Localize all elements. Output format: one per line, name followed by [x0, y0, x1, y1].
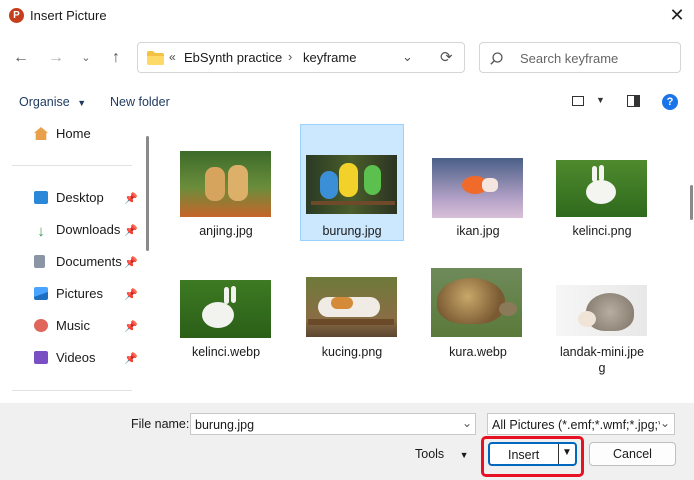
file-name: ikan.jpg [456, 224, 500, 238]
breadcrumb-separator: › [288, 49, 293, 64]
desktop-icon [34, 191, 48, 204]
help-icon[interactable]: ? [662, 94, 678, 110]
thumbnail-ikan [432, 158, 523, 218]
sidebar-item-desktop[interactable]: Desktop [34, 187, 104, 209]
tools-menu[interactable]: Tools ▼ [415, 447, 469, 461]
file-name: kelinci.webp [191, 345, 261, 359]
chevron-down-icon[interactable]: ⌄ [462, 416, 472, 430]
new-folder-button[interactable]: New folder [110, 95, 170, 109]
file-item-kura[interactable]: kura.webp [424, 260, 532, 375]
file-name: kura.webp [449, 345, 507, 359]
preview-pane-icon[interactable] [627, 95, 640, 107]
music-icon [34, 319, 48, 332]
chevron-down-icon[interactable]: ⌄ [660, 416, 674, 430]
folder-icon [147, 51, 164, 65]
thumbnail-kucing [306, 277, 397, 337]
picture-icon [34, 287, 48, 300]
file-name: burung.jpg [322, 224, 382, 238]
file-name-label: File name: [131, 417, 190, 431]
chevron-down-icon[interactable]: ⌄ [74, 46, 98, 70]
organise-label: Organise [19, 95, 70, 109]
search-box[interactable]: Search keyframe [479, 42, 681, 73]
pin-icon: 📌 [124, 321, 138, 333]
sidebar-item-label: Pictures [56, 286, 103, 301]
file-item-anjing[interactable]: anjing.jpg [172, 130, 280, 240]
file-name-line2: g [598, 361, 606, 375]
file-item-landak-mini[interactable]: landak-mini.jpe g [548, 260, 656, 385]
tools-label: Tools [415, 447, 445, 461]
sidebar-item-label: Home [56, 126, 91, 141]
pin-icon: 📌 [124, 289, 138, 301]
home-icon [34, 127, 48, 140]
file-item-ikan[interactable]: ikan.jpg [424, 130, 532, 240]
file-name-input[interactable]: burung.jpg ⌄ [190, 413, 476, 435]
sidebar-item-label: Desktop [56, 190, 104, 205]
address-dropdown-icon[interactable]: ⌄ [402, 49, 413, 65]
pin-icon: 📌 [124, 257, 138, 269]
close-icon[interactable]: ✕ [666, 4, 688, 26]
breadcrumb-keyframe[interactable]: keyframe [303, 50, 356, 65]
file-name: kelinci.png [572, 224, 632, 238]
thumbnail-anjing [180, 151, 271, 217]
insert-label: Insert [508, 448, 540, 462]
sidebar-item-label: Videos [56, 350, 96, 365]
split-divider [558, 444, 559, 464]
file-item-kelinci-png[interactable]: kelinci.png [548, 130, 656, 240]
file-item-burung[interactable]: burung.jpg [298, 130, 406, 240]
sidebar-scrollbar[interactable] [146, 136, 149, 251]
insert-button[interactable]: Insert ▼ [488, 442, 577, 466]
up-arrow-icon[interactable]: ↑ [104, 46, 128, 70]
refresh-icon[interactable]: ⟳ [440, 48, 453, 66]
search-placeholder: Search keyframe [520, 51, 619, 66]
file-item-kucing[interactable]: kucing.png [298, 260, 406, 375]
thumbnail-kelinci-webp [180, 280, 271, 338]
breadcrumb-ebsynth-practice[interactable]: EbSynth practice [184, 50, 282, 65]
sidebar-item-label: Downloads [56, 222, 121, 237]
chevron-down-icon: ▼ [459, 450, 469, 460]
address-bar[interactable]: « EbSynth practice › keyframe ⌄ ⟳ [137, 42, 465, 73]
powerpoint-icon: P [9, 8, 24, 23]
view-icon[interactable] [572, 96, 584, 106]
file-name-value: burung.jpg [195, 418, 255, 432]
sidebar-item-videos[interactable]: Videos [34, 347, 96, 369]
sidebar-divider [12, 165, 132, 166]
insert-dropdown-icon[interactable]: ▼ [562, 447, 572, 458]
file-type-select[interactable]: All Pictures (*.emf;*.wmf;*.jpg;* ⌄ [487, 413, 675, 435]
file-type-value: All Pictures (*.emf;*.wmf;*.jpg;* [492, 418, 663, 432]
sidebar-item-documents[interactable]: Documents [34, 251, 122, 273]
video-icon [34, 351, 48, 364]
file-name: landak-mini.jpe g [548, 344, 656, 376]
sidebar-item-downloads[interactable]: ↓ Downloads [34, 219, 120, 241]
download-icon: ↓ [37, 223, 45, 240]
file-item-kelinci-webp[interactable]: kelinci.webp [172, 260, 280, 375]
chevron-down-icon: ▼ [77, 98, 87, 108]
organise-menu[interactable]: Organise ▼ [19, 95, 86, 109]
sidebar-item-label: Documents [56, 254, 122, 269]
sidebar-item-pictures[interactable]: Pictures [34, 283, 103, 305]
sidebar-item-music[interactable]: Music [34, 315, 90, 337]
breadcrumb-overflow[interactable]: « [169, 50, 176, 64]
file-name: anjing.jpg [199, 224, 253, 238]
forward-arrow-icon[interactable]: → [44, 46, 68, 70]
thumbnail-landak-mini [556, 285, 647, 336]
window-title: Insert Picture [30, 8, 107, 23]
sidebar-item-label: Music [56, 318, 90, 333]
search-icon [490, 52, 503, 65]
file-name: kucing.png [321, 345, 383, 359]
pin-icon: 📌 [124, 353, 138, 365]
thumbnail-burung [306, 155, 397, 214]
cancel-button[interactable]: Cancel [589, 442, 676, 466]
document-icon [34, 255, 45, 268]
pin-icon: 📌 [124, 225, 138, 237]
pin-icon: 📌 [124, 193, 138, 205]
sidebar-divider [12, 390, 132, 391]
file-name-line1: landak-mini.jpe [559, 345, 645, 359]
thumbnail-kelinci-png [556, 160, 647, 217]
content-scrollbar[interactable] [690, 185, 693, 220]
thumbnail-kura [431, 268, 522, 337]
sidebar-item-home[interactable]: Home [34, 123, 91, 145]
back-arrow-icon[interactable]: ← [9, 46, 33, 70]
view-dropdown-icon[interactable]: ▼ [596, 95, 605, 105]
